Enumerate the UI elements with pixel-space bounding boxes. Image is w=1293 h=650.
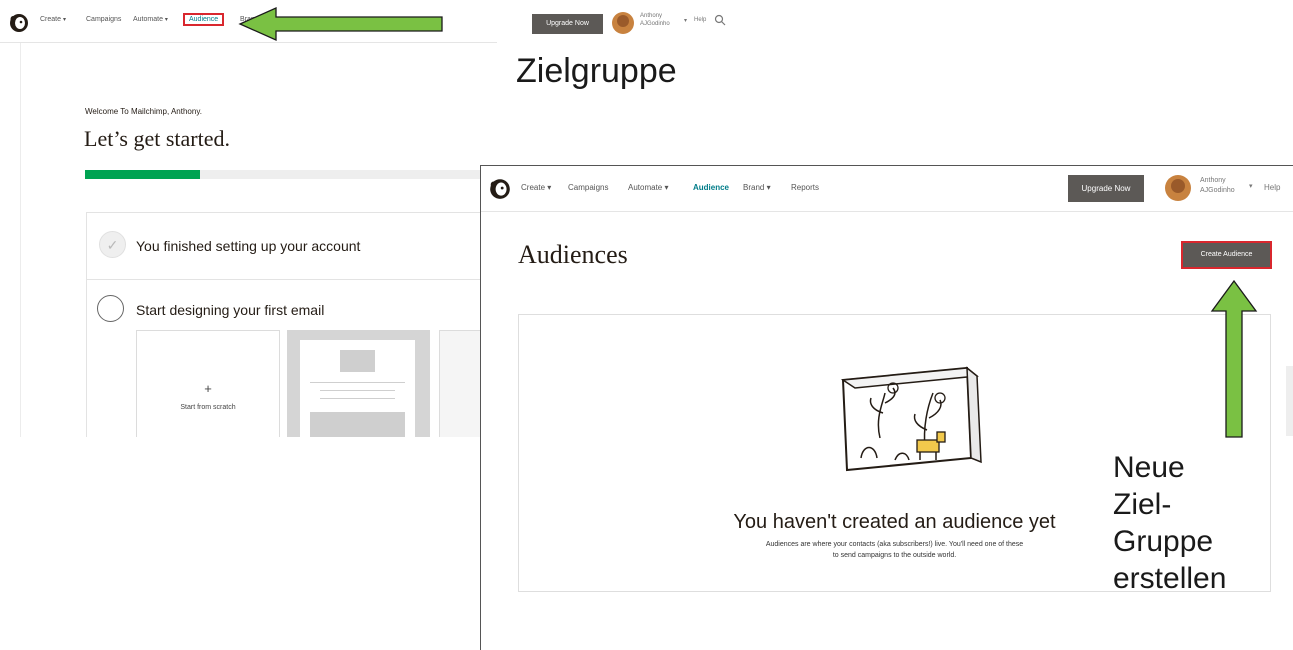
nav-create[interactable]: Create ▾ (521, 183, 551, 192)
nav-campaigns[interactable]: Campaigns (86, 16, 121, 23)
annotation-neue-zielgruppe: Neue Ziel- Gruppe erstellen (1113, 449, 1226, 597)
green-arrow-left-icon (238, 6, 443, 42)
user-last-name: AJGodinho (640, 21, 670, 27)
annotation-line: Gruppe (1113, 525, 1214, 558)
template-image-block (340, 350, 375, 372)
template-line (320, 390, 395, 391)
annotation-line: Neue (1113, 451, 1185, 484)
annotation-zielgruppe: Zielgruppe (516, 52, 677, 90)
mailchimp-logo-icon[interactable] (8, 11, 30, 33)
step-account-done: You finished setting up your account (136, 238, 361, 254)
help-link[interactable]: Help (1264, 183, 1280, 192)
chevron-down-icon: ▾ (664, 183, 669, 192)
page-title: Audiences (518, 240, 628, 269)
page-heading: Let’s get started. (84, 126, 231, 151)
chevron-down-icon: ▾ (766, 183, 771, 192)
nav-audience[interactable]: Audience (693, 183, 729, 192)
user-first-name: Anthony (1200, 177, 1226, 184)
nav-automate[interactable]: Automate ▾ (133, 16, 168, 23)
chevron-down-icon: ▾ (164, 17, 168, 23)
template-preview (300, 340, 415, 437)
create-audience-button[interactable]: Create Audience (1181, 241, 1272, 269)
nav-create[interactable]: Create ▾ (40, 16, 66, 23)
step-circle-icon[interactable] (97, 295, 124, 322)
chevron-down-icon[interactable]: ▾ (1249, 182, 1253, 190)
avatar[interactable] (1165, 175, 1191, 201)
nav-brand[interactable]: Brand ▾ (743, 183, 771, 192)
nav-divider (0, 42, 497, 43)
start-from-scratch-tile[interactable]: + Start from scratch (136, 330, 280, 437)
user-last-name: AJGodinho (1200, 187, 1235, 194)
help-link[interactable]: Help (694, 17, 706, 23)
nav-campaigns[interactable]: Campaigns (568, 183, 608, 192)
annotation-line: erstellen (1113, 562, 1227, 595)
upgrade-now-button[interactable]: Upgrade Now (532, 14, 603, 34)
check-icon: ✓ (99, 231, 126, 258)
plus-icon: + (204, 381, 212, 396)
avatar[interactable] (612, 12, 634, 34)
chevron-down-icon: ▾ (547, 183, 552, 192)
step-divider (87, 279, 497, 280)
tile-label: Start from scratch (180, 404, 236, 411)
green-arrow-up-icon (1210, 279, 1258, 438)
mailchimp-logo-icon[interactable] (488, 176, 512, 200)
template-line (310, 382, 405, 383)
onboarding-card: ✓ You finished setting up your account S… (86, 212, 497, 437)
template-image-block (310, 412, 405, 437)
progress-fill (85, 170, 201, 179)
sidebar-edge (20, 43, 21, 437)
step-design-email[interactable]: Start designing your first email (136, 302, 324, 318)
chevron-down-icon[interactable]: ▾ (684, 17, 687, 24)
upgrade-now-button[interactable]: Upgrade Now (1068, 175, 1144, 202)
nav-divider (481, 211, 1293, 212)
template-line (320, 398, 395, 399)
search-icon[interactable] (714, 14, 726, 26)
scrollbar[interactable] (1286, 366, 1293, 436)
progress-bar (85, 170, 497, 179)
annotation-line: Ziel- (1113, 488, 1172, 521)
user-first-name: Anthony (640, 13, 663, 19)
template-tile[interactable] (287, 330, 430, 437)
welcome-text: Welcome To Mailchimp, Anthony. (85, 107, 202, 116)
chevron-down-icon: ▾ (62, 17, 66, 23)
nav-audience[interactable]: Audience (183, 13, 225, 26)
screenshot-dashboard: Create ▾ Campaigns Automate ▾ Audience B… (0, 0, 497, 437)
nav-automate[interactable]: Automate ▾ (628, 183, 669, 192)
nav-reports[interactable]: Reports (791, 183, 819, 192)
terrarium-illustration-icon (840, 366, 982, 472)
